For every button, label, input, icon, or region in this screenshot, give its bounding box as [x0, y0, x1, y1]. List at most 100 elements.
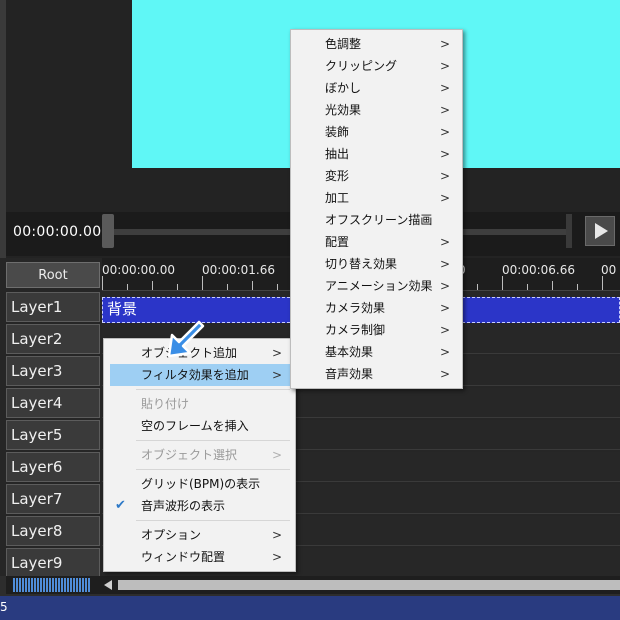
- current-timecode: 00:00:00.00: [13, 224, 102, 240]
- menu-item-label: アニメーション効果: [325, 279, 433, 293]
- chevron-right-icon: >: [439, 59, 450, 73]
- layer-header[interactable]: Layer9: [6, 548, 100, 578]
- chevron-right-icon: >: [271, 528, 282, 542]
- chevron-right-icon: >: [439, 301, 450, 315]
- chevron-right-icon: >: [439, 169, 450, 183]
- status-text: 5: [0, 600, 8, 614]
- menu-item-label: 抽出: [325, 147, 350, 161]
- menu-item-label: クリッピング: [325, 59, 398, 73]
- menu-item-window-layout[interactable]: ウィンドウ配置 >: [106, 546, 293, 568]
- filter-item-audio-effect[interactable]: 音声効果 >: [292, 363, 461, 385]
- layer-header[interactable]: Layer3: [6, 356, 100, 386]
- filter-item-camera-effect[interactable]: カメラ効果 >: [292, 297, 461, 319]
- ruler-label: 00: [601, 263, 617, 277]
- menu-item-label: オフスクリーン描画: [325, 213, 433, 227]
- filter-item-color-adjust[interactable]: 色調整 >: [292, 33, 461, 55]
- ruler-label: 00:00:01.66: [202, 263, 275, 277]
- ruler-tick: [577, 284, 578, 290]
- scrollbar-thumb[interactable]: [118, 580, 620, 590]
- menu-item-label: グリッド(BPM)の表示: [141, 477, 261, 491]
- seek-end-cap: [566, 214, 572, 248]
- chevron-right-icon: >: [439, 147, 450, 161]
- filter-effect-submenu: 色調整 > クリッピング > ぼかし > 光効果 > 装飾 > 抽出 > 変形 > 加工 > オ…: [290, 29, 463, 389]
- menu-item-add-filter-effect[interactable]: フィルタ効果を追加 >: [110, 364, 293, 386]
- filter-item-light-effect[interactable]: 光効果 >: [292, 99, 461, 121]
- menu-item-show-grid-bpm[interactable]: グリッド(BPM)の表示: [106, 473, 293, 495]
- filter-item-process[interactable]: 加工 >: [292, 187, 461, 209]
- ruler-tick: [527, 284, 528, 290]
- menu-item-label: 貼り付け: [141, 397, 190, 411]
- seek-handle[interactable]: [102, 214, 114, 248]
- menu-item-label: 配置: [325, 235, 350, 249]
- chevron-right-icon: >: [271, 448, 282, 462]
- filter-item-placement[interactable]: 配置 >: [292, 231, 461, 253]
- chevron-right-icon: >: [271, 550, 282, 564]
- menu-item-label: カメラ効果: [325, 301, 386, 315]
- filter-item-deform[interactable]: 変形 >: [292, 165, 461, 187]
- ruler-tick: [277, 284, 278, 290]
- chevron-right-icon: >: [439, 345, 450, 359]
- menu-item-label: 色調整: [325, 37, 362, 51]
- filter-item-offscreen-draw[interactable]: オフスクリーン描画: [292, 209, 461, 231]
- layer-header[interactable]: Layer1: [6, 292, 100, 322]
- chevron-right-icon: >: [439, 323, 450, 337]
- layer-header[interactable]: Layer8: [6, 516, 100, 546]
- layer-header-column: Layer1 Layer2 Layer3 Layer4 Layer5 Layer…: [6, 292, 100, 580]
- menu-item-label: 基本効果: [325, 345, 374, 359]
- chevron-right-icon: >: [439, 81, 450, 95]
- ruler-tick: [602, 276, 603, 290]
- ruler-tick: [227, 284, 228, 290]
- layer-header[interactable]: Layer4: [6, 388, 100, 418]
- chevron-right-icon: >: [439, 125, 450, 139]
- timeline-context-menu: オブジェクト追加 > フィルタ効果を追加 > 貼り付け 空のフレームを挿入 オブ…: [103, 338, 296, 572]
- menu-item-label: 音声効果: [325, 367, 374, 381]
- menu-separator: [136, 440, 290, 441]
- filter-item-decoration[interactable]: 装飾 >: [292, 121, 461, 143]
- status-bar: [0, 596, 620, 620]
- root-button[interactable]: Root: [6, 262, 100, 288]
- menu-item-label: オプション: [141, 528, 202, 542]
- chevron-right-icon: >: [439, 367, 450, 381]
- scroll-left-arrow-icon[interactable]: [104, 580, 112, 590]
- menu-item-paste[interactable]: 貼り付け: [106, 393, 293, 415]
- layer-header[interactable]: Layer6: [6, 452, 100, 482]
- menu-item-label: 切り替え効果: [325, 257, 398, 271]
- menu-item-show-audio-waveform[interactable]: ✔ 音声波形の表示: [106, 495, 293, 517]
- menu-item-label: カメラ制御: [325, 323, 386, 337]
- layer-header[interactable]: Layer2: [6, 324, 100, 354]
- filter-item-transition[interactable]: 切り替え効果 >: [292, 253, 461, 275]
- filter-item-camera-control[interactable]: カメラ制御 >: [292, 319, 461, 341]
- menu-item-label: フィルタ効果を追加: [141, 368, 249, 382]
- menu-separator: [136, 389, 290, 390]
- chevron-right-icon: >: [439, 235, 450, 249]
- ruler-label: 00:00:06.66: [502, 263, 575, 277]
- layer-header[interactable]: Layer5: [6, 420, 100, 450]
- menu-item-label: 装飾: [325, 125, 350, 139]
- ruler-tick: [252, 281, 253, 290]
- filter-item-basic-effect[interactable]: 基本効果 >: [292, 341, 461, 363]
- play-button[interactable]: [585, 216, 615, 246]
- menu-item-label: 加工: [325, 191, 350, 205]
- filter-item-extract[interactable]: 抽出 >: [292, 143, 461, 165]
- chevron-right-icon: >: [439, 191, 450, 205]
- ruler-tick: [102, 276, 103, 290]
- menu-separator: [136, 469, 290, 470]
- chevron-right-icon: >: [439, 37, 450, 51]
- menu-item-insert-empty-frame[interactable]: 空のフレームを挿入: [106, 415, 293, 437]
- filter-item-clipping[interactable]: クリッピング >: [292, 55, 461, 77]
- menu-item-select-object[interactable]: オブジェクト選択 >: [106, 444, 293, 466]
- timeline-zoom-meter[interactable]: [13, 578, 91, 592]
- play-icon: [595, 223, 608, 239]
- filter-item-animation-effect[interactable]: アニメーション効果 >: [292, 275, 461, 297]
- ruler-label: 00:00:00.00: [102, 263, 175, 277]
- ruler-tick: [202, 276, 203, 290]
- menu-item-options[interactable]: オプション >: [106, 524, 293, 546]
- chevron-right-icon: >: [271, 346, 282, 360]
- ruler-tick: [502, 276, 503, 290]
- menu-item-label: 光効果: [325, 103, 362, 117]
- layer-header[interactable]: Layer7: [6, 484, 100, 514]
- filter-item-blur[interactable]: ぼかし >: [292, 77, 461, 99]
- chevron-right-icon: >: [439, 279, 450, 293]
- menu-item-label: 音声波形の表示: [141, 499, 226, 513]
- ruler-tick: [127, 284, 128, 290]
